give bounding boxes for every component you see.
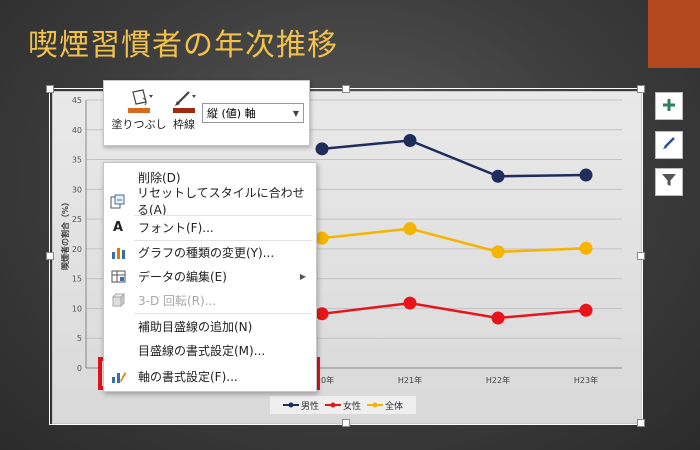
- series-line: [321, 227, 587, 254]
- menu-item-label: フォント(F)...: [138, 220, 214, 235]
- menu-item-label: グラフの種類の変更(Y)...: [138, 245, 275, 260]
- outline-label: 枠線: [173, 118, 195, 131]
- data-point: [403, 133, 417, 147]
- menu-item-format-axis[interactable]: 軸の書式設定(F)...: [104, 364, 316, 388]
- brush-icon: [661, 135, 677, 155]
- resize-handle[interactable]: [637, 252, 645, 260]
- menu-item-reset-style[interactable]: リセットしてスタイルに合わせる(A): [104, 186, 316, 217]
- series-line: [321, 301, 587, 320]
- context-menu: 削除(D) リセットしてスタイルに合わせる(A) A フォント(F)... グラ…: [103, 162, 317, 392]
- y-tick-label: 20: [72, 245, 82, 254]
- fill-label: 塗りつぶし: [111, 118, 167, 131]
- edit-data-icon: [110, 268, 126, 284]
- menu-item-change-chart-type[interactable]: グラフの種類の変更(Y)...: [104, 240, 316, 264]
- resize-handle[interactable]: [46, 252, 54, 260]
- slide-title[interactable]: 喫煙習慣者の年次推移: [28, 20, 338, 64]
- menu-item-add-minor-gridlines[interactable]: 補助目盛線の追加(N): [104, 314, 316, 338]
- data-point: [315, 307, 329, 321]
- chevron-down-icon: ▼: [292, 109, 299, 118]
- y-tick-label: 10: [72, 304, 82, 313]
- delete-icon: [110, 169, 126, 185]
- rotate-3d-icon: [110, 292, 126, 308]
- data-point: [403, 222, 417, 236]
- data-point: [579, 168, 593, 182]
- menu-item-font[interactable]: A フォント(F)...: [104, 215, 316, 239]
- x-tick-label: H21年: [398, 375, 422, 385]
- menu-item-label: 補助目盛線の追加(N): [138, 319, 253, 334]
- data-point: [579, 241, 593, 255]
- format-axis-icon: [110, 368, 126, 384]
- reset-style-icon: [110, 193, 125, 209]
- resize-handle[interactable]: [637, 419, 645, 427]
- menu-item-label: リセットしてスタイルに合わせる(A): [137, 186, 305, 217]
- menu-item-format-gridlines[interactable]: 目盛線の書式設定(M)...: [104, 338, 316, 362]
- y-axis-title: 喫煙者の割合（%）: [60, 198, 70, 270]
- chart-legend[interactable]: 男性 女性 全体: [270, 396, 416, 414]
- y-tick-label: 30: [72, 185, 82, 194]
- plus-icon: [662, 97, 676, 116]
- x-tick-label: H22年: [486, 375, 510, 385]
- y-tick-label: 5: [77, 334, 82, 343]
- chart-elements-button[interactable]: [655, 92, 683, 120]
- data-point: [491, 245, 505, 259]
- resize-handle[interactable]: [342, 419, 350, 427]
- resize-handle[interactable]: [342, 85, 350, 93]
- legend-label: 全体: [385, 401, 404, 412]
- data-point: [315, 231, 329, 245]
- menu-item-label: データの編集(E): [138, 269, 227, 284]
- menu-item-label: 削除(D): [138, 170, 181, 185]
- paint-bucket-icon: [110, 86, 168, 116]
- menu-item-edit-data[interactable]: データの編集(E) ▶: [104, 264, 316, 288]
- y-tick-label: 0: [77, 364, 82, 373]
- data-point: [579, 303, 593, 317]
- chart-element-select-value: 縦 (値) 軸: [207, 107, 256, 120]
- data-point: [403, 296, 417, 310]
- chart-type-icon: [110, 244, 126, 260]
- accent-bar: [648, 0, 700, 68]
- data-point: [491, 169, 505, 183]
- pen-icon: [166, 86, 202, 116]
- menu-item-label: 目盛線の書式設定(M)...: [138, 343, 266, 358]
- mini-format-toolbar: 塗りつぶし 枠線 縦 (値) 軸 ▼: [103, 80, 310, 146]
- chart-filters-button[interactable]: [655, 168, 683, 196]
- font-icon: A: [112, 219, 124, 235]
- outline-button[interactable]: 枠線: [166, 86, 202, 132]
- y-tick-label: 15: [72, 275, 82, 284]
- chart-styles-button[interactable]: [655, 131, 683, 159]
- resize-handle[interactable]: [637, 85, 645, 93]
- submenu-arrow-icon: ▶: [299, 271, 306, 281]
- legend-label: 女性: [342, 401, 361, 412]
- y-tick-label: 45: [72, 96, 82, 105]
- resize-handle[interactable]: [46, 85, 54, 93]
- menu-item-3d-rotation[interactable]: 3-D 回転(R)...: [104, 288, 316, 312]
- fill-button[interactable]: 塗りつぶし: [110, 86, 168, 132]
- y-tick-label: 35: [72, 156, 82, 165]
- legend-label: 男性: [300, 401, 319, 412]
- legend-entry-male: 男性: [282, 399, 319, 412]
- y-tick-label: 40: [72, 126, 82, 135]
- data-point: [315, 142, 329, 156]
- chart-element-select[interactable]: 縦 (値) 軸 ▼: [202, 103, 304, 123]
- filter-icon: [661, 172, 677, 192]
- x-tick-label: H23年: [574, 375, 598, 385]
- y-tick-label: 25: [72, 215, 82, 224]
- menu-item-label: 軸の書式設定(F)...: [138, 369, 238, 384]
- legend-entry-female: 女性: [324, 399, 361, 412]
- series-line: [321, 139, 587, 178]
- legend-entry-total: 全体: [367, 399, 403, 412]
- data-point: [491, 311, 505, 325]
- menu-item-label: 3-D 回転(R)...: [138, 293, 217, 308]
